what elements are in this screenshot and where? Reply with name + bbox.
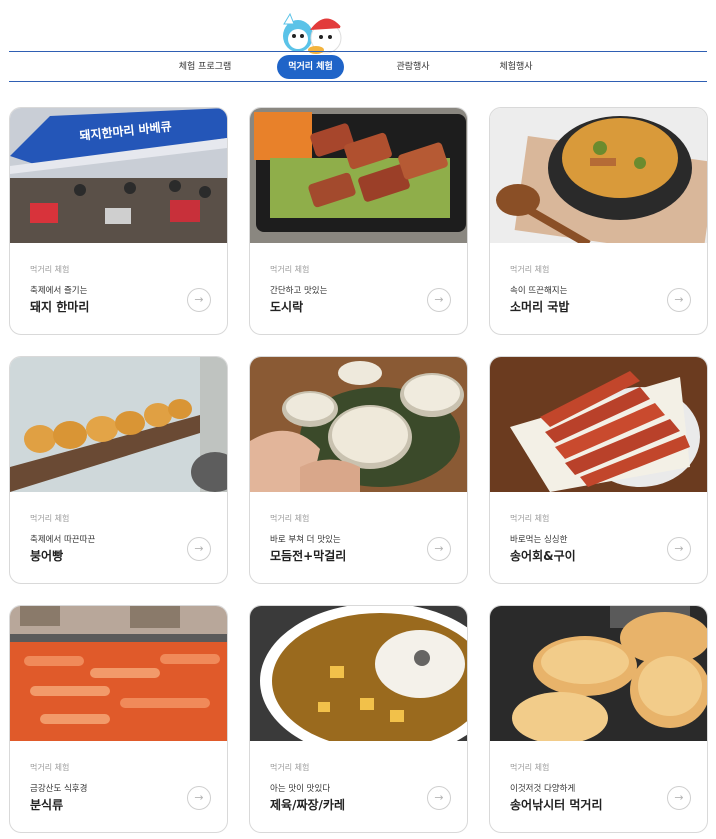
arrow-right-icon[interactable]: → bbox=[667, 288, 691, 312]
arrow-right-icon[interactable]: → bbox=[187, 537, 211, 561]
card-category: 먹거리 체험 bbox=[270, 763, 310, 772]
card-title: 분식류 bbox=[30, 798, 64, 812]
card-title: 송어낚시터 먹거리 bbox=[510, 798, 603, 812]
tab-hands-on-events[interactable]: 체험행사 bbox=[486, 55, 546, 79]
tabs-bottom-divider bbox=[9, 81, 707, 82]
trout-sashimi-photo bbox=[490, 357, 707, 492]
arrow-right-icon[interactable]: → bbox=[427, 288, 451, 312]
fish-bread-photo bbox=[10, 357, 227, 492]
hotteok-photo bbox=[490, 606, 707, 741]
card-title: 붕어빵 bbox=[30, 549, 64, 563]
beef-head-soup-photo bbox=[490, 108, 707, 243]
food-card-trout-fishing-food[interactable]: 먹거리 체험 이것저것 다양하게 송어낚시터 먹거리 → bbox=[489, 605, 708, 833]
food-card-snacks[interactable]: 먹거리 체험 금강산도 식후경 분식류 → bbox=[9, 605, 228, 833]
whole-pig-bbq-photo: 돼지한마리 바베큐 bbox=[10, 108, 227, 243]
card-title: 돼지 한마리 bbox=[30, 300, 90, 314]
card-title: 모듬전+막걸리 bbox=[270, 549, 347, 563]
arrow-right-icon[interactable]: → bbox=[667, 537, 691, 561]
food-card-pork-jajang-curry[interactable]: 먹거리 체험 아는 맛이 맛있다 제육/짜장/카레 → bbox=[249, 605, 468, 833]
food-card-pancake-makgeolli[interactable]: 먹거리 체험 바로 부쳐 더 맛있는 모듬전+막걸리 → bbox=[249, 356, 468, 584]
card-category: 먹거리 체험 bbox=[30, 514, 70, 523]
food-card-beef-head-soup[interactable]: 먹거리 체험 속이 뜨끈해지는 소머리 국밥 → bbox=[489, 107, 708, 335]
card-subtitle: 바로먹는 싱싱한 bbox=[510, 535, 568, 545]
tab-food-experience[interactable]: 먹거리 체험 bbox=[277, 55, 344, 79]
card-category: 먹거리 체험 bbox=[510, 265, 550, 274]
card-subtitle: 속이 뜨끈해지는 bbox=[510, 286, 568, 296]
card-subtitle: 이것저것 다양하게 bbox=[510, 784, 576, 794]
food-card-lunchbox[interactable]: 먹거리 체험 간단하고 맛있는 도시락 → bbox=[249, 107, 468, 335]
card-category: 먹거리 체험 bbox=[270, 265, 310, 274]
card-subtitle: 금강산도 식후경 bbox=[30, 784, 88, 794]
arrow-right-icon[interactable]: → bbox=[187, 786, 211, 810]
tabs-top-divider bbox=[9, 51, 707, 52]
card-title: 제육/짜장/카레 bbox=[270, 798, 346, 812]
arrow-right-icon[interactable]: → bbox=[427, 786, 451, 810]
card-title: 도시락 bbox=[270, 300, 304, 314]
card-category: 먹거리 체험 bbox=[510, 514, 550, 523]
card-subtitle: 축제에서 즐기는 bbox=[30, 286, 88, 296]
card-subtitle: 간단하고 맛있는 bbox=[270, 286, 328, 296]
arrow-right-icon[interactable]: → bbox=[667, 786, 691, 810]
card-title: 송어회&구이 bbox=[510, 549, 576, 563]
card-category: 먹거리 체험 bbox=[30, 265, 70, 274]
card-title: 소머리 국밥 bbox=[510, 300, 570, 314]
pancake-makgeolli-photo bbox=[250, 357, 467, 492]
arrow-right-icon[interactable]: → bbox=[187, 288, 211, 312]
curry-rice-photo bbox=[250, 606, 467, 741]
food-card-fish-bread[interactable]: 먹거리 체험 축제에서 따끈따끈 붕어빵 → bbox=[9, 356, 228, 584]
card-category: 먹거리 체험 bbox=[270, 514, 310, 523]
food-card-whole-pig[interactable]: 돼지한마리 바베큐 먹거리 체험 축제에서 즐기는 돼지 한마리 → bbox=[9, 107, 228, 335]
festival-mascot-image bbox=[276, 10, 352, 54]
arrow-right-icon[interactable]: → bbox=[427, 537, 451, 561]
card-subtitle: 바로 부쳐 더 맛있는 bbox=[270, 535, 341, 545]
card-subtitle: 아는 맛이 맛있다 bbox=[270, 784, 331, 794]
card-subtitle: 축제에서 따끈따끈 bbox=[30, 535, 96, 545]
tab-experience-program[interactable]: 체험 프로그램 bbox=[168, 55, 242, 79]
lunchbox-photo bbox=[250, 108, 467, 243]
food-card-trout[interactable]: 먹거리 체험 바로먹는 싱싱한 송어회&구이 → bbox=[489, 356, 708, 584]
tteokbokki-photo bbox=[10, 606, 227, 741]
card-category: 먹거리 체험 bbox=[30, 763, 70, 772]
category-tabs: 체험 프로그램 먹거리 체험 관람행사 체험행사 bbox=[0, 55, 716, 79]
tab-viewing-events[interactable]: 관람행사 bbox=[383, 55, 443, 79]
card-category: 먹거리 체험 bbox=[510, 763, 550, 772]
